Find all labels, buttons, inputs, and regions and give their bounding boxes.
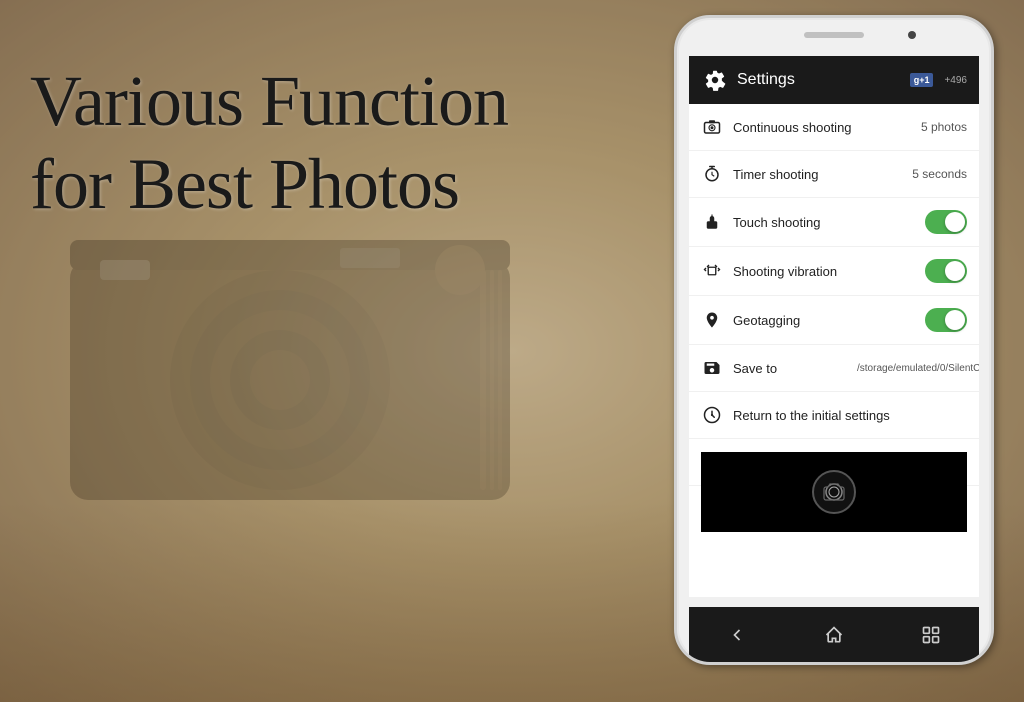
save-to-item[interactable]: Save to /storage/emulated/0/SilentCamera [689, 345, 979, 392]
phone-wrapper: Settings g+1 +496 [664, 15, 1004, 685]
save-to-label: Save to [733, 361, 853, 376]
hero-title: Various Function for Best Photos [30, 60, 590, 226]
continuous-shooting-label: Continuous shooting [733, 120, 915, 135]
save-to-value: /storage/emulated/0/SilentCamera [857, 363, 967, 374]
settings-header: Settings g+1 +496 [689, 56, 979, 104]
gear-svg [704, 69, 726, 91]
camera-preview-area[interactable] [701, 452, 967, 532]
touch-shooting-icon [701, 211, 723, 233]
geotagging-label: Geotagging [733, 313, 925, 328]
phone-device: Settings g+1 +496 [674, 15, 994, 665]
continuous-shooting-value: 5 photos [921, 120, 967, 134]
title-line2: for Best Photos [30, 144, 459, 224]
continuous-shooting-item[interactable]: Continuous shooting 5 photos [689, 104, 979, 151]
timer-shooting-item[interactable]: Timer shooting 5 seconds [689, 151, 979, 198]
google-plus-badge: g+1 [910, 73, 934, 87]
phone-front-camera [908, 31, 916, 39]
hero-text: Various Function for Best Photos [30, 60, 590, 226]
phone-screen: Settings g+1 +496 [689, 56, 979, 597]
back-button[interactable] [719, 617, 755, 653]
settings-title: Settings [737, 71, 902, 89]
shooting-vibration-icon [701, 260, 723, 282]
geotagging-item[interactable]: Geotagging [689, 296, 979, 345]
continuous-shooting-icon [701, 116, 723, 138]
save-to-icon [701, 357, 723, 379]
camera-shutter-button[interactable] [812, 470, 856, 514]
phone-speaker [804, 32, 864, 38]
timer-shooting-label: Timer shooting [733, 167, 906, 182]
camera-decoration [40, 180, 540, 520]
return-initial-item[interactable]: Return to the initial settings [689, 392, 979, 439]
touch-shooting-item[interactable]: Touch shooting [689, 198, 979, 247]
shooting-vibration-label: Shooting vibration [733, 264, 925, 279]
phone-nav-bar [689, 607, 979, 662]
touch-shooting-label: Touch shooting [733, 215, 925, 230]
geotagging-icon [701, 309, 723, 331]
timer-shooting-icon [701, 163, 723, 185]
geotagging-toggle[interactable] [925, 308, 967, 332]
recents-button[interactable] [913, 617, 949, 653]
settings-list: Continuous shooting 5 photos Timer shoot… [689, 104, 979, 486]
return-initial-label: Return to the initial settings [733, 408, 967, 423]
follower-count: +496 [944, 75, 967, 86]
camera-shutter-icon [822, 480, 846, 504]
touch-shooting-toggle[interactable] [925, 210, 967, 234]
home-button[interactable] [816, 617, 852, 653]
shooting-vibration-item[interactable]: Shooting vibration [689, 247, 979, 296]
return-initial-icon [701, 404, 723, 426]
shooting-vibration-toggle[interactable] [925, 259, 967, 283]
timer-shooting-value: 5 seconds [912, 167, 967, 181]
title-line1: Various Function [30, 61, 508, 141]
gear-icon [701, 66, 729, 94]
